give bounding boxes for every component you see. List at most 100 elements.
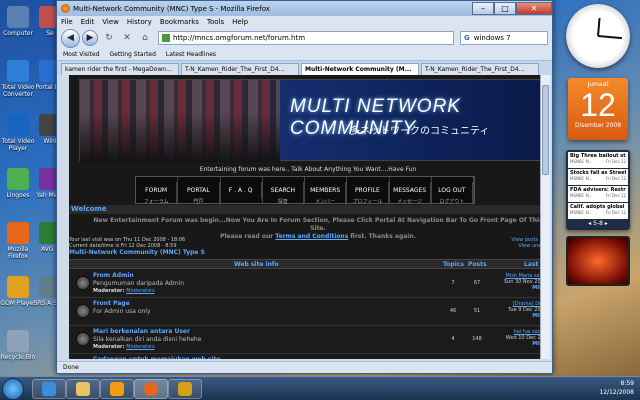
feed-item[interactable]: Calif. adopts global ... MSNBC N... Fri De…	[568, 203, 628, 219]
desktop-icon[interactable]: GOM Player	[0, 276, 36, 307]
feed-item[interactable]: Big Three bailout sta...MSNBC N...Fri De…	[568, 152, 628, 168]
menu-view[interactable]: View	[102, 18, 119, 26]
desktop-icon[interactable]: Recycle Bin	[0, 330, 36, 361]
tab-4[interactable]: T-N_Kamen_Rider_The_First_D4...	[421, 63, 539, 75]
reload-button[interactable]: ↻	[102, 31, 116, 45]
feed-item[interactable]: FDA advisers: Restrict...MSNBC N...Fri D…	[568, 186, 628, 202]
forum-name-link[interactable]: Cadangan untuk memajukan web site	[93, 356, 220, 359]
forum-nav-f-a-q[interactable]: F . A . Q	[221, 177, 263, 203]
start-button[interactable]	[2, 378, 24, 400]
menu-file[interactable]: File	[61, 18, 73, 26]
bookmark-latest-headlines[interactable]: Latest Headlines	[166, 51, 216, 58]
bookmark-most-visited[interactable]: Most Visited	[63, 51, 100, 58]
col-posts: Posts	[468, 261, 487, 268]
forum-name-link[interactable]: Mari berkenalan antara User	[93, 328, 190, 335]
forum-nav-messages[interactable]: MESSAGES メッセージ	[390, 177, 432, 206]
desktop-icon[interactable]: Mozilla Firefox	[0, 222, 36, 260]
forum-nav-label: PORTAL	[178, 182, 220, 194]
forum-nav-profile[interactable]: PROFILE プロフィール	[347, 177, 390, 206]
tab-3-active[interactable]: Multi-Network Community (M...	[301, 63, 419, 75]
slideshow-gadget[interactable]	[566, 236, 630, 286]
search-input[interactable]: G windows 7	[460, 31, 548, 45]
desktop-icon-label: GOM Player	[0, 300, 36, 307]
firefox-icon	[61, 4, 70, 13]
menu-help[interactable]: Help	[232, 18, 248, 26]
taskbar-app-icon[interactable]	[168, 379, 202, 399]
menu-bar: File Edit View History Bookmarks Tools H…	[57, 16, 552, 27]
feed-time: Fri Dec 12	[605, 193, 626, 198]
system-tray[interactable]: 8:59 12/12/2008	[599, 379, 634, 397]
desktop-icon[interactable]: Total Video Player	[0, 114, 36, 152]
forum-banner: MULTI NETWORK COMMUNITY 多ネットワークのコミュニティ	[79, 79, 541, 162]
forum-row: Front Page For Admin usa only 46 51 [Drama] …	[69, 298, 547, 326]
tab-1[interactable]: kamen rider the first - MegaDown...	[61, 63, 179, 75]
forum-nav-members[interactable]: MEMBERS メンバー	[305, 177, 348, 206]
forum-description: Sila kenalkan diri anda disni hehehe	[93, 336, 202, 343]
feed-item[interactable]: Stocks fall as Street ...MSNBC N...Fri D…	[568, 169, 628, 185]
moderator-link[interactable]: Moderators	[126, 288, 154, 294]
post-count: 148	[472, 336, 482, 342]
menu-tools[interactable]: Tools	[207, 18, 224, 26]
forward-button[interactable]: ▶	[82, 30, 98, 46]
url-bar[interactable]: http://mncs.omgforum.net/forum.htm	[158, 31, 454, 45]
last-post-user[interactable]: MIKO	[489, 313, 547, 319]
forum-nav-portal[interactable]: PORTAL 門戸	[178, 177, 221, 206]
home-button[interactable]: ⌂	[138, 31, 152, 45]
clock-gadget[interactable]	[566, 4, 630, 68]
desktop-icon[interactable]: Computer	[0, 6, 36, 37]
forum-nav-label: MEMBERS	[305, 182, 347, 194]
window-title: Multi-Network Community (MNC) Type S - M…	[73, 4, 270, 13]
minimize-button[interactable]: –	[472, 2, 494, 15]
last-post-user[interactable]: MIKO	[489, 285, 547, 291]
forum-nav-search[interactable]: SEARCH 探査	[263, 177, 305, 206]
tab-2[interactable]: T-N_Kamen_Rider_The_First_D4...	[181, 63, 299, 75]
feed-meta: MSNBC N... Fri Dec 12	[570, 193, 626, 198]
feed-source: MSNBC N...	[570, 193, 593, 198]
taskbar-explorer-icon[interactable]	[66, 379, 100, 399]
last-post: [Drama] DemTue 9 Dec 2008MIKO	[489, 301, 547, 319]
title-bar[interactable]: Multi-Network Community (MNC) Type S - M…	[57, 1, 552, 16]
maximize-button[interactable]: □	[494, 2, 516, 15]
desktop-icon[interactable]: Total Video Converter	[0, 60, 36, 98]
menu-history[interactable]: History	[127, 18, 152, 26]
city-photo	[80, 80, 280, 162]
forum-nav-log-out[interactable]: LOG OUT ログアウト	[432, 177, 474, 206]
scrollbar-thumb[interactable]	[542, 85, 549, 175]
forum-nav-label: FORUM	[136, 182, 178, 194]
moderator-link[interactable]: Moderators	[126, 344, 154, 350]
bookmark-getting-started[interactable]: Getting Started	[110, 51, 156, 58]
desktop-icon[interactable]: Lingoes	[0, 168, 36, 199]
forum-index-link[interactable]: Multi-Network Community (MNC) Type S	[69, 249, 205, 256]
calendar-gadget[interactable]: Jumaat 12 Disember 2008	[568, 78, 628, 140]
forum-name-link[interactable]: Front Page	[93, 300, 130, 307]
col-topics: Topics	[443, 261, 464, 268]
forum-name-link[interactable]: From Admin	[93, 272, 134, 279]
feed-meta: MSNBC N... Fri Dec 12	[570, 159, 626, 164]
app-icon	[7, 114, 29, 136]
close-button[interactable]: ✕	[516, 2, 552, 15]
feed-time: Fri Dec 12	[605, 176, 626, 181]
forum-status-icon	[76, 332, 90, 346]
notice-line-1: New Entertainment Forum was begin...Now …	[93, 217, 543, 232]
menu-edit[interactable]: Edit	[81, 18, 95, 26]
taskbar-firefox-icon[interactable]	[134, 379, 168, 399]
feed-source: MSNBC N...	[570, 210, 593, 215]
taskbar-media-icon[interactable]	[100, 379, 134, 399]
taskbar-ie-icon[interactable]	[32, 379, 66, 399]
forum-nav: FORUM フォーラム PORTAL 門戸 F . A . Q SEARCH 探査 MEMBE…	[135, 176, 475, 206]
desktop-icon-label: Computer	[3, 30, 33, 37]
forum-nav-forum[interactable]: FORUM フォーラム	[136, 177, 179, 206]
feed-pager[interactable]: ◂ 5-8 ▸	[568, 220, 628, 227]
forum-row: From Admin Pengumuman daripada Admin Moder…	[69, 270, 547, 298]
forum-nav-label: SEARCH	[263, 182, 304, 194]
vertical-scrollbar[interactable]	[540, 75, 550, 359]
menu-bookmarks[interactable]: Bookmarks	[160, 18, 199, 26]
stop-button[interactable]: ✕	[120, 31, 134, 45]
forum-nav-sublabel	[221, 194, 262, 199]
last-post-user[interactable]: MIKO	[489, 341, 547, 347]
forum-tagline: Entertaining forum was here.. Talk About…	[199, 166, 417, 173]
back-button[interactable]: ◀	[61, 28, 80, 48]
app-icon	[7, 276, 29, 298]
terms-link[interactable]: Terms and Conditions	[275, 233, 348, 240]
forum-status-icon	[76, 276, 90, 290]
